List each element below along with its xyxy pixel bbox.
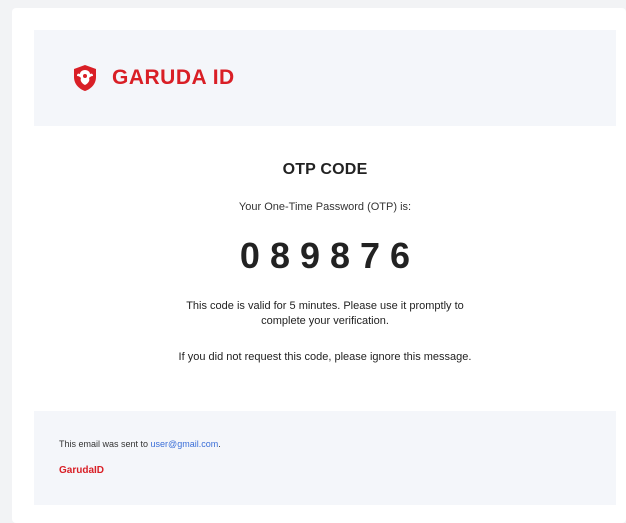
footer-brand: GarudaID — [59, 465, 105, 476]
validity-line-1: This code is valid for 5 minutes. Please… — [186, 300, 464, 312]
brand-logo: GARUDA ID — [72, 64, 235, 92]
sent-suffix: . — [218, 439, 221, 449]
recipient-email-link[interactable]: user@gmail.com — [151, 439, 219, 449]
otp-code[interactable]: 089876 — [34, 235, 616, 277]
email-viewer: GARUDA ID OTP CODE Your One-Time Passwor… — [12, 8, 626, 523]
garuda-shield-icon — [74, 65, 96, 91]
page-title: OTP CODE — [282, 161, 368, 178]
brand-name: GARUDA ID — [112, 66, 235, 89]
validity-text: This code is valid for 5 minutes. Please… — [160, 299, 490, 329]
validity-line-2: complete your verification. — [261, 315, 389, 327]
sent-to-text: This email was sent to user@gmail.com. — [59, 439, 221, 449]
email-content: OTP CODE Your One-Time Password (OTP) is… — [34, 126, 616, 363]
email-footer: This email was sent to user@gmail.com. G… — [34, 411, 616, 505]
email-body: GARUDA ID OTP CODE Your One-Time Passwor… — [34, 30, 616, 505]
ignore-note: If you did not request this code, please… — [178, 351, 472, 363]
sent-prefix: This email was sent to — [59, 439, 151, 449]
email-header: GARUDA ID — [34, 30, 616, 126]
otp-intro-text: Your One-Time Password (OTP) is: — [238, 201, 412, 213]
